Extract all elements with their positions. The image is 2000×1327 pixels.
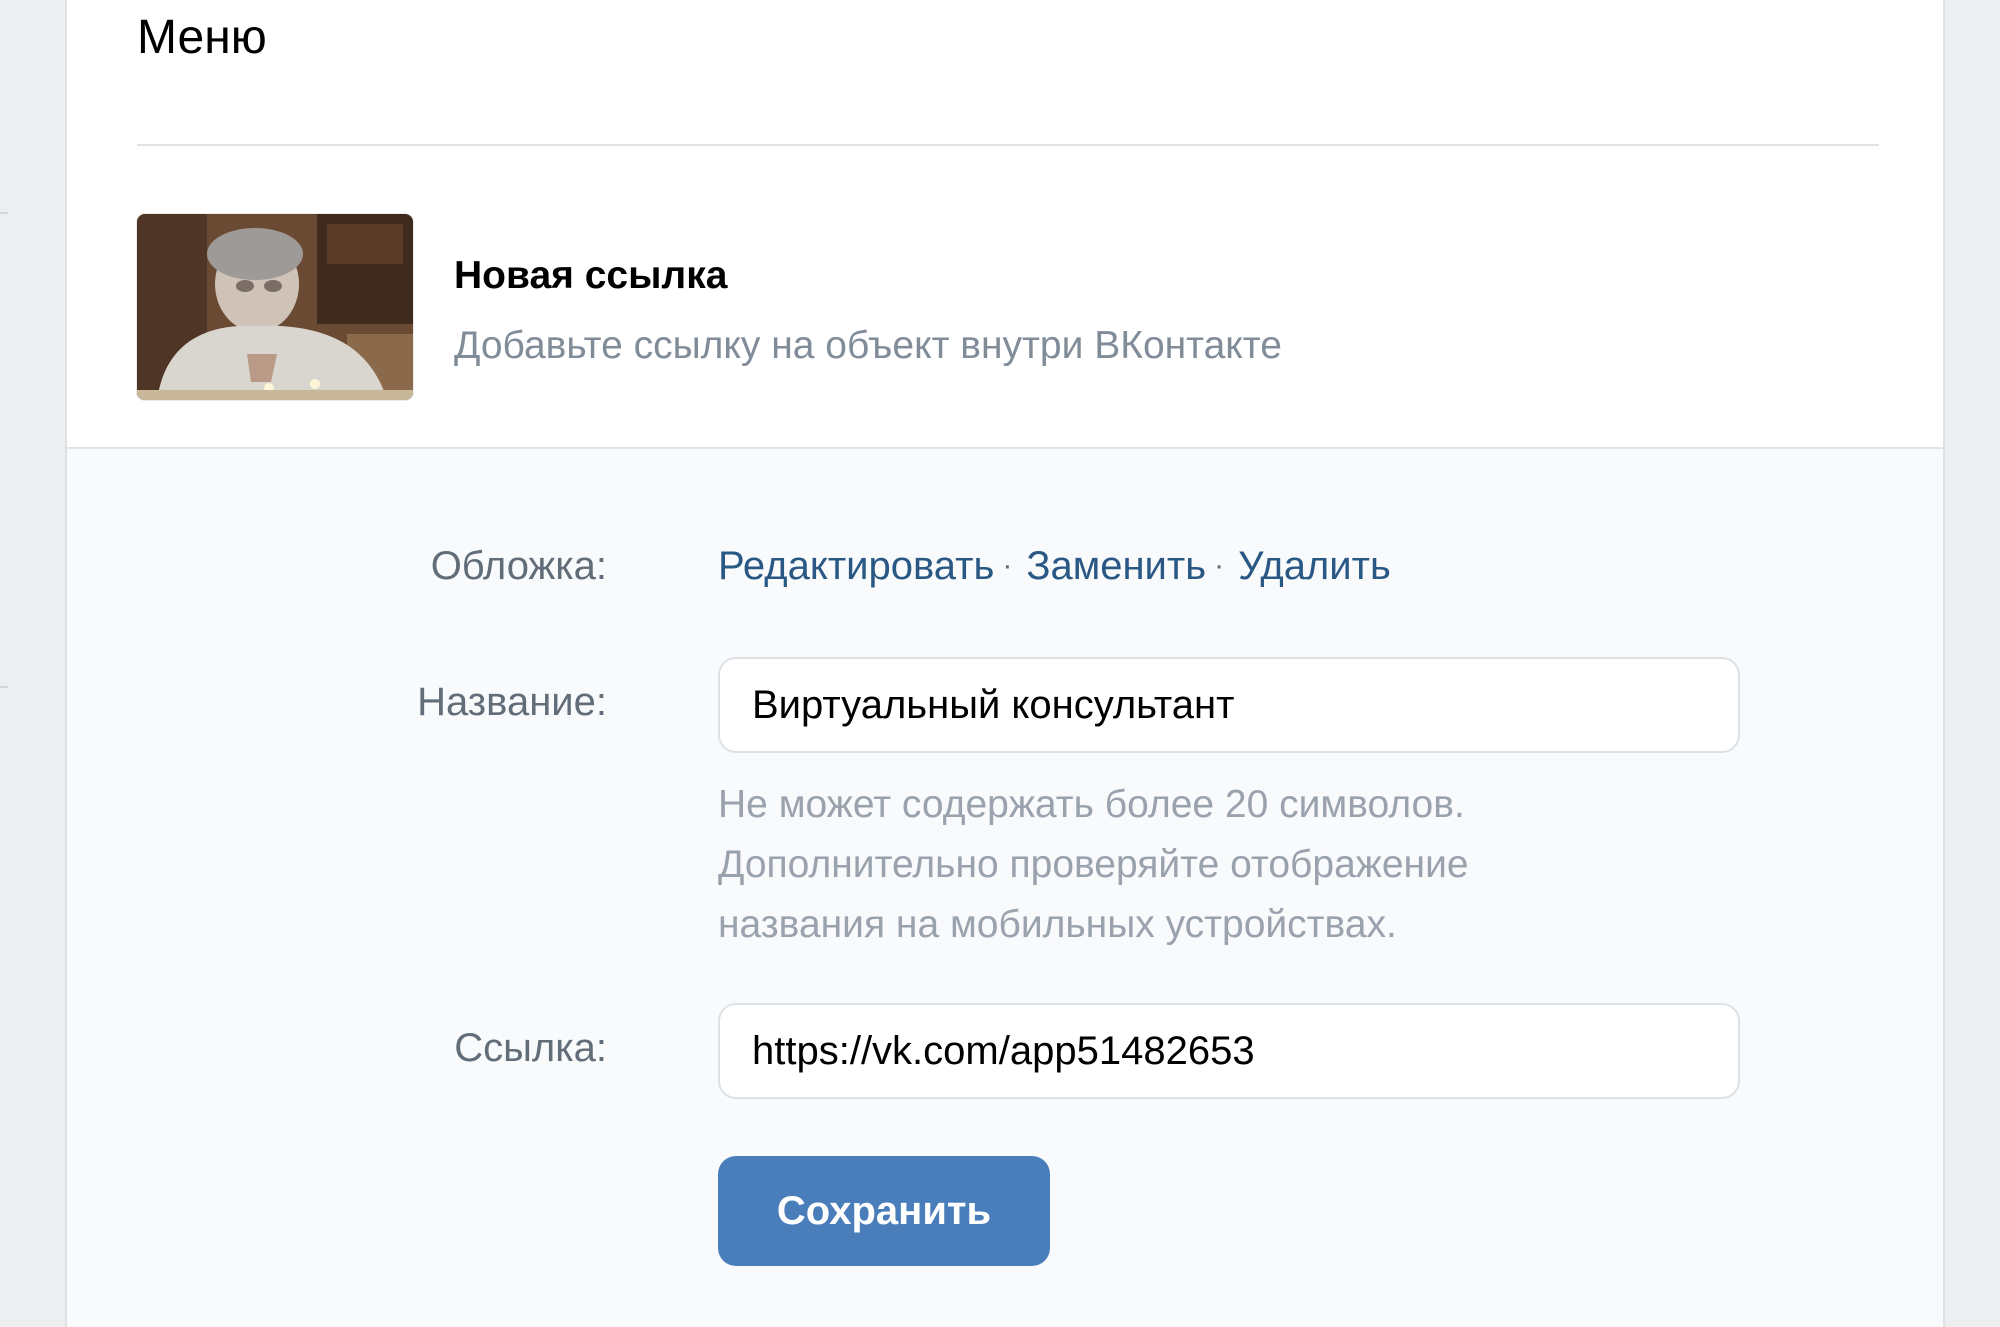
- cover-label: Обложка:: [430, 544, 607, 588]
- separator-dot: ·: [1002, 549, 1013, 582]
- link-edit-form: Обложка: Редактировать · Заменить · Удалить …: [67, 447, 1943, 1327]
- link-input[interactable]: [718, 1003, 1740, 1099]
- name-hint: Не может содержать более 20 символов. До…: [718, 775, 1618, 955]
- cover-thumbnail[interactable]: [137, 214, 413, 400]
- replace-cover-link[interactable]: Заменить: [1026, 544, 1206, 588]
- hint-line: названия на мобильных устройствах.: [718, 903, 1397, 946]
- hint-line: Дополнительно проверяйте отображение: [718, 843, 1469, 886]
- save-button[interactable]: Сохранить: [718, 1156, 1050, 1266]
- separator-dot: ·: [1214, 549, 1225, 582]
- delete-cover-link[interactable]: Удалить: [1238, 544, 1391, 588]
- edit-cover-link[interactable]: Редактировать: [718, 544, 994, 588]
- hint-line: Не может содержать более 20 символов.: [718, 783, 1465, 826]
- cover-actions: Редактировать · Заменить · Удалить: [718, 541, 1391, 591]
- edge-marker: [0, 686, 8, 688]
- link-title: Новая ссылка: [454, 254, 728, 297]
- header-divider: [137, 144, 1879, 146]
- card-header: Меню Новая ссылка Добавьте ссылку на объ…: [67, 0, 1943, 447]
- photo-thumbnail-icon: [137, 214, 413, 400]
- link-label: Ссылка:: [454, 1026, 607, 1070]
- page-title: Меню: [137, 11, 267, 64]
- edge-marker: [0, 212, 8, 214]
- name-label: Название:: [417, 680, 607, 724]
- name-input[interactable]: [718, 657, 1740, 753]
- menu-settings-card: Меню Новая ссылка Добавьте ссылку на объ…: [65, 0, 1945, 1327]
- link-description: Добавьте ссылку на объект внутри ВКонтак…: [454, 324, 1282, 367]
